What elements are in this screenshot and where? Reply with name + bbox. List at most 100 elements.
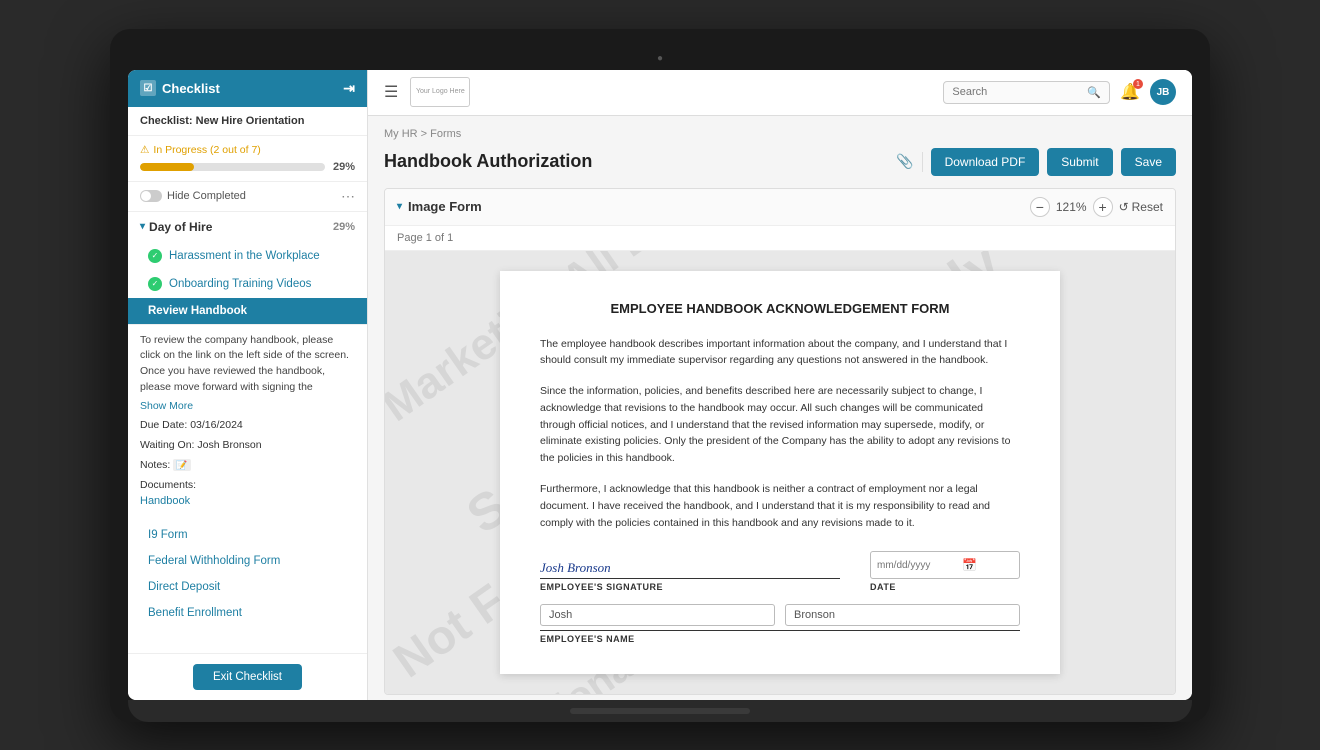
sidebar-item-onboarding[interactable]: ✓ Onboarding Training Videos (128, 270, 367, 298)
notification-badge: 1 (1133, 79, 1143, 89)
doc-para-1: The employee handbook describes importan… (540, 336, 1020, 370)
progress-status-text: In Progress (2 out of 7) (153, 144, 260, 156)
exit-checklist-button[interactable]: Exit Checklist (193, 664, 302, 690)
section-title: Day of Hire (149, 220, 212, 234)
due-date-value: 03/16/2024 (190, 419, 243, 431)
item-benefit-label: Benefit Enrollment (148, 607, 242, 619)
page-title: Handbook Authorization (384, 151, 592, 172)
notes-icon: 📝 (173, 459, 190, 471)
zoom-level: 121% (1056, 200, 1087, 214)
signature-field: Josh Bronson EMPLOYEE'S SIGNATURE (540, 551, 840, 592)
main-content: ☰ Your Logo Here 🔍 🔔 1 (368, 70, 1192, 700)
item-deposit-label: Direct Deposit (148, 581, 220, 593)
sidebar-collapse-icon[interactable]: ⇥ (343, 80, 355, 97)
other-items: I9 Form Federal Withholding Form Direct … (128, 518, 367, 630)
sidebar-header: ☑ Checklist ⇥ (128, 70, 367, 107)
reset-label: Reset (1132, 200, 1163, 214)
toggle-switch[interactable] (140, 190, 162, 202)
more-options-icon[interactable]: ⋯ (341, 188, 355, 205)
form-chevron-icon[interactable]: ▾ (397, 201, 402, 212)
sidebar-items: ▾ Day of Hire 29% ✓ Harassment in the Wo… (128, 212, 367, 653)
save-button[interactable]: Save (1121, 148, 1176, 176)
logo-text: Your Logo Here (416, 88, 465, 96)
item-label-2: Onboarding Training Videos (169, 278, 311, 290)
form-card-header: ▾ Image Form − 121% + ↺ Reset (385, 189, 1175, 226)
sidebar-title: Checklist (162, 81, 220, 96)
doc-para-2: Since the information, policies, and ben… (540, 383, 1020, 467)
section-header: ▾ Day of Hire 29% (128, 212, 367, 242)
zoom-in-button[interactable]: + (1093, 197, 1113, 217)
submit-button[interactable]: Submit (1047, 148, 1112, 176)
page-header: Handbook Authorization 📎 Download PDF Su… (384, 148, 1176, 176)
progress-pct: 29% (333, 161, 355, 173)
due-date-label: Due Date: (140, 419, 187, 431)
date-input-wrap[interactable]: 📅 (870, 551, 1020, 579)
hamburger-icon[interactable]: ☰ (384, 82, 398, 102)
section-chevron-icon[interactable]: ▾ (140, 221, 145, 232)
top-nav: ☰ Your Logo Here 🔍 🔔 1 (368, 70, 1192, 116)
name-label: EMPLOYEE'S NAME (540, 634, 1020, 644)
form-card: ▾ Image Form − 121% + ↺ Reset (384, 188, 1176, 696)
sidebar-item-withholding[interactable]: Federal Withholding Form (128, 548, 367, 574)
search-input[interactable] (952, 86, 1082, 98)
date-label: DATE (870, 582, 1020, 592)
hide-completed-label: Hide Completed (167, 190, 246, 202)
notes-label: Notes: (140, 459, 170, 471)
page-info: Page 1 of 1 (385, 226, 1175, 251)
date-field: 📅 DATE (870, 551, 1020, 592)
progress-bar-fill (140, 163, 194, 171)
camera-dot: ● (657, 53, 663, 64)
calendar-icon[interactable]: 📅 (962, 558, 977, 572)
sidebar-footer: Exit Checklist (128, 653, 367, 700)
task-details: To review the company handbook, please c… (128, 324, 367, 518)
breadcrumb: My HR > Forms (384, 128, 1176, 140)
item-label-1: Harassment in the Workplace (169, 250, 320, 262)
header-actions: 📎 Download PDF Submit Save (896, 148, 1176, 176)
signature-display: Josh Bronson (540, 551, 840, 579)
reset-button[interactable]: ↺ Reset (1119, 200, 1163, 214)
sidebar-item-deposit[interactable]: Direct Deposit (128, 574, 367, 600)
sig-label: EMPLOYEE'S SIGNATURE (540, 582, 840, 592)
sidebar-item-benefit[interactable]: Benefit Enrollment (128, 600, 367, 626)
last-name-input[interactable] (785, 604, 1020, 626)
divider (922, 152, 923, 172)
doc-paper: EMPLOYEE HANDBOOK ACKNOWLEDGEMENT FORM T… (500, 271, 1060, 675)
hide-completed-toggle[interactable]: Hide Completed (140, 190, 246, 202)
sidebar-item-i9[interactable]: I9 Form (128, 522, 367, 548)
checklist-icon: ☑ (140, 80, 156, 96)
download-pdf-button[interactable]: Download PDF (931, 148, 1040, 176)
handbook-link[interactable]: Handbook (140, 493, 355, 510)
name-section: EMPLOYEE'S NAME (540, 604, 1020, 644)
item-i9-label: I9 Form (148, 529, 188, 541)
reset-icon: ↺ (1119, 200, 1129, 214)
document-area: Marketing All Day Sample Only Not For Us… (385, 251, 1175, 695)
sidebar: ☑ Checklist ⇥ Checklist: New Hire Orient… (128, 70, 368, 700)
sidebar-item-harassment[interactable]: ✓ Harassment in the Workplace (128, 242, 367, 270)
waiting-on-label: Waiting On: (140, 439, 194, 451)
zoom-out-button[interactable]: − (1030, 197, 1050, 217)
section-pct: 29% (333, 221, 355, 233)
item-withholding-label: Federal Withholding Form (148, 555, 280, 567)
user-avatar[interactable]: JB (1150, 79, 1176, 105)
attachment-icon[interactable]: 📎 (896, 153, 913, 170)
date-input[interactable] (877, 560, 957, 571)
first-name-input[interactable] (540, 604, 775, 626)
content-area: My HR > Forms Handbook Authorization 📎 D… (368, 116, 1192, 700)
search-bar: 🔍 (943, 81, 1110, 104)
progress-status: ⚠ In Progress (2 out of 7) (140, 144, 355, 156)
doc-para-3: Furthermore, I acknowledge that this han… (540, 481, 1020, 531)
documents-label: Documents: (140, 479, 196, 491)
sidebar-item-handbook[interactable]: Review Handbook (128, 298, 367, 324)
checklist-name: Checklist: New Hire Orientation (128, 107, 367, 136)
progress-bar (140, 163, 325, 171)
form-section-title: Image Form (408, 199, 482, 214)
show-more-link[interactable]: Show More (140, 399, 355, 415)
notification-bell[interactable]: 🔔 1 (1120, 82, 1140, 102)
warning-icon: ⚠ (140, 144, 149, 156)
item-label-3: Review Handbook (148, 305, 247, 317)
signature-section: Josh Bronson EMPLOYEE'S SIGNATURE 📅 (540, 551, 1020, 592)
doc-title: EMPLOYEE HANDBOOK ACKNOWLEDGEMENT FORM (540, 301, 1020, 316)
check-icon-1: ✓ (148, 249, 162, 263)
search-icon: 🔍 (1087, 86, 1101, 99)
logo: Your Logo Here (410, 77, 470, 107)
